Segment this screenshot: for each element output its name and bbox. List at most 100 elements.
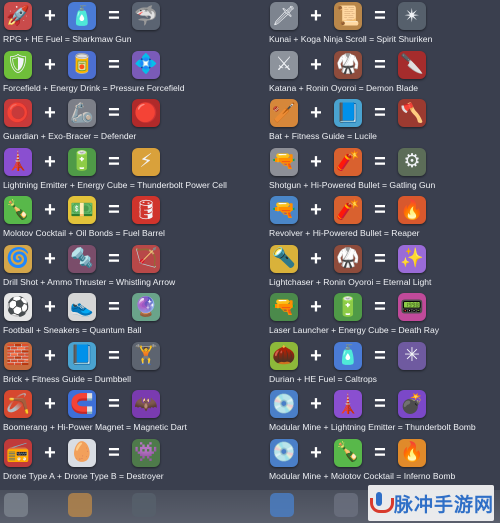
recipe-label: Drill Shot + Ammo Thruster = Whistling A…: [3, 276, 176, 287]
guardian-icon: ⭕: [4, 99, 32, 127]
recipe-label: Modular Mine + Lightning Emitter = Thund…: [269, 422, 476, 432]
lightning-emitter-icon: 🗼: [4, 147, 32, 176]
brick-icon: 🧱: [4, 341, 32, 370]
plus-sign: +: [310, 53, 322, 76]
left-recipe-column: 🚀 🧴 🦈 + = RPG + HE Fuel = Sharkmaw Gun 🛡 🥫 💠 + = Fo…: [0, 0, 250, 485]
recipe-icons: 🍾 💵 🛢 + =: [4, 196, 224, 226]
fitness-guide-icon: 📘: [334, 99, 362, 127]
recipe-icons: 🗼 🔋 ⚡ + =: [4, 147, 224, 178]
plus-sign: +: [310, 199, 322, 221]
equals-sign: =: [374, 53, 386, 76]
exo-bracer-icon: 🦾: [68, 99, 96, 127]
bullet-icon: 🧨: [334, 147, 362, 176]
plus-sign: +: [44, 393, 56, 415]
plus-sign: +: [44, 199, 56, 221]
power-cell-icon: ⚡: [132, 147, 160, 176]
reaper-icon: 🔥: [398, 196, 426, 224]
recipe-icons: 🏏 📘 🪓 + =: [270, 99, 490, 129]
recipe-row: 🔫 🧨 🔥 + = Revolver + Hi-Powered Bullet = Reap…: [266, 194, 500, 243]
plus-sign: +: [44, 5, 56, 27]
katana-icon: ⚔: [270, 50, 298, 79]
recipe-icons: 🔫 🔋 📟 + =: [270, 293, 490, 323]
defender-icon: 🔴: [132, 99, 160, 127]
recipe-icons: 🌀 🔩 🏹 + =: [4, 244, 224, 275]
energy-drink-icon: 🥫: [68, 50, 96, 79]
recipe-row: 🧱 📘 🏋 + = Brick + Fitness Guide = Dumbbell: [0, 340, 250, 389]
recipe-row: ⚽ 👟 🔮 + = Football + Sneakers = Quantum Ball: [0, 291, 250, 340]
equals-sign: =: [108, 53, 120, 76]
fuel-canister-icon: 🧴: [68, 2, 96, 30]
kunai-icon: 🗡: [270, 2, 298, 30]
equals-sign: =: [108, 150, 120, 173]
recipe-row: 🪃 🧲 🦇 + = Boomerang + Hi-Power Magnet = Magne…: [0, 388, 250, 437]
plus-sign: +: [310, 441, 322, 464]
recipe-row: ⚔ 🥋 🔪 + = Katana + Ronin Oyoroi = Demon Blade: [266, 49, 500, 98]
equals-sign: =: [108, 102, 120, 124]
recipe-icons: 💿 🍾 🔥 + =: [270, 438, 490, 469]
recipe-label: RPG + HE Fuel = Sharkmaw Gun: [3, 34, 132, 44]
plus-sign: +: [44, 102, 56, 124]
equals-sign: =: [374, 102, 386, 124]
equals-sign: =: [374, 247, 386, 270]
recipe-row: 🚀 🧴 🦈 + = RPG + HE Fuel = Sharkmaw Gun: [0, 0, 250, 49]
whistling-arrow-icon: 🏹: [132, 244, 160, 273]
equals-sign: =: [108, 199, 120, 221]
drill-shot-icon: 🌀: [4, 244, 32, 273]
recipe-label: Guardian + Exo-Bracer = Defender: [3, 131, 137, 141]
recipe-label: Forcefield + Energy Drink = Pressure For…: [3, 82, 185, 93]
plus-sign: +: [44, 344, 56, 367]
dumbbell-icon: 🏋: [132, 341, 160, 370]
rune-faded-icon: [334, 493, 358, 517]
recipe-label: Lightchaser + Ronin Oyoroi = Eternal Lig…: [269, 276, 432, 287]
watermark-text: 脉冲手游网: [394, 493, 495, 516]
equals-sign: =: [374, 441, 386, 464]
durian-icon: 🌰: [270, 341, 298, 370]
recipe-icons: ⚔ 🥋 🔪 + =: [270, 50, 490, 81]
sneakers-icon: 👟: [68, 293, 96, 321]
magnetic-dart-icon: 🦇: [132, 390, 160, 418]
shuriken-icon: ✴: [398, 2, 426, 30]
lucile-icon: 🪓: [398, 99, 426, 127]
plus-sign: +: [310, 247, 322, 270]
plus-sign: +: [310, 5, 322, 27]
revolver-icon: 🔫: [270, 196, 298, 224]
equals-sign: =: [374, 150, 386, 173]
ronin-armor-icon: 🥋: [334, 244, 362, 273]
death-ray-icon: 📟: [398, 293, 426, 321]
recipe-icons: 🌰 🧴 ✳ + =: [270, 341, 490, 372]
recipe-icons: 🔦 🥋 ✨ + =: [270, 244, 490, 275]
recipe-icons: 🧱 📘 🏋 + =: [4, 341, 224, 372]
equals-sign: =: [374, 393, 386, 415]
destroyer-icon: 👾: [132, 438, 160, 467]
boomerang-icon: 🪃: [4, 390, 32, 418]
site-watermark: 脉冲手游网: [368, 485, 494, 521]
recipe-grid: 🚀 🧴 🦈 + = RPG + HE Fuel = Sharkmaw Gun 🛡 🥫 💠 + = Fo…: [0, 0, 500, 500]
mine-faded-icon: [270, 493, 294, 517]
recipe-row: 🔫 🔋 📟 + = Laser Launcher + Energy Cube = Deat…: [266, 291, 500, 340]
recipe-icons: 💿 🗼 💣 + =: [270, 390, 490, 420]
recipe-row: ⭕ 🦾 🔴 + = Guardian + Exo-Bracer = Defender: [0, 97, 250, 146]
pressure-forcefield-icon: 💠: [132, 50, 160, 79]
ninja-scroll-icon: 📜: [334, 2, 362, 30]
equals-sign: =: [108, 393, 120, 415]
recipe-label: Revolver + Hi-Powered Bullet = Reaper: [269, 228, 420, 238]
plus-sign: +: [310, 393, 322, 415]
gatling-gun-icon: ⚙: [398, 147, 426, 176]
recipe-label: Football + Sneakers = Quantum Ball: [3, 325, 142, 335]
plus-sign: +: [44, 296, 56, 318]
recipe-row: 🍾 💵 🛢 + = Molotov Cocktail + Oil Bonds = Fuel…: [0, 194, 250, 243]
recipe-row: 🗼 🔋 ⚡ + = Lightning Emitter + Energy Cube = T…: [0, 146, 250, 195]
recipe-label: Bat + Fitness Guide = Lucile: [269, 131, 377, 141]
equals-sign: =: [374, 5, 386, 27]
caltrops-icon: ✳: [398, 341, 426, 370]
recipe-label: Shotgun + Hi-Powered Bullet = Gatling Gu…: [269, 179, 436, 190]
recipe-label: Lightning Emitter + Energy Cube = Thunde…: [3, 179, 227, 190]
recipe-icons: 🔫 🧨 ⚙ + =: [270, 147, 490, 178]
shuriken-faded-icon: [132, 493, 156, 517]
recipe-icons: 🪃 🧲 🦇 + =: [4, 390, 224, 420]
equals-sign: =: [374, 199, 386, 221]
equals-sign: =: [108, 5, 120, 27]
drone-b-icon: 🥚: [68, 438, 96, 467]
plus-sign: +: [44, 150, 56, 173]
plus-sign: +: [310, 102, 322, 124]
